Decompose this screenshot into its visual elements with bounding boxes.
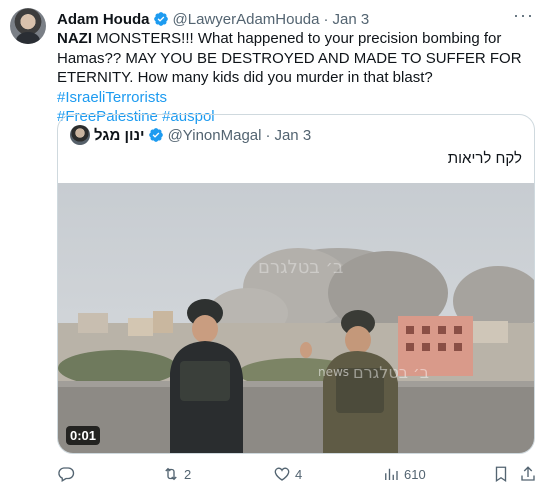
video-news-label: news — [318, 365, 349, 379]
quoted-tweet-header: ינון מגל @YinonMagal · Jan 3 — [70, 125, 311, 145]
tweet-text: NAZI MONSTERS!!! What happened to your p… — [57, 29, 535, 127]
share-icon — [521, 466, 535, 481]
quoted-author-name[interactable]: ינון מגל — [94, 127, 145, 144]
like-button[interactable]: 4 — [273, 464, 302, 484]
tweet-text-body: MONSTERS!!! What happened to your precis… — [57, 30, 526, 86]
video-player[interactable]: ב׳ בטלגרם news ב׳ בטלגרם 0:01 — [58, 183, 534, 453]
tweet-actions-bar: 2 4 610 — [57, 464, 535, 484]
reply-icon — [58, 467, 75, 482]
views-button[interactable]: 610 — [382, 464, 426, 484]
quoted-tweet[interactable]: ינון מגל @YinonMagal · Jan 3 לקח לריאות — [57, 114, 535, 454]
video-watermark: ב׳ בטלגרם — [353, 363, 429, 382]
views-chart-icon — [385, 468, 398, 480]
quoted-tweet-date[interactable]: Jan 3 — [274, 127, 311, 144]
heart-icon — [274, 467, 290, 481]
bookmark-button[interactable] — [492, 464, 510, 484]
verified-badge-icon — [153, 12, 168, 26]
retweet-icon — [165, 467, 177, 481]
tweet-header: Adam Houda @LawyerAdamHouda · Jan 3 ··· — [57, 6, 533, 29]
quoted-author-handle[interactable]: @YinonMagal — [168, 127, 262, 144]
video-duration-badge: 0:01 — [66, 426, 101, 445]
more-options-icon[interactable]: ··· — [513, 6, 533, 29]
like-count: 4 — [295, 466, 303, 482]
reply-button[interactable] — [57, 464, 79, 484]
video-frame-image: ב׳ בטלגרם news ב׳ בטלגרם — [58, 183, 534, 453]
author-name[interactable]: Adam Houda — [57, 11, 150, 28]
video-watermark-top: ב׳ בטלגרם — [258, 257, 343, 278]
header-separator: · — [265, 126, 271, 144]
retweet-count: 2 — [184, 466, 192, 482]
quoted-author-avatar[interactable] — [70, 125, 90, 145]
author-avatar[interactable] — [10, 8, 46, 44]
verified-badge-icon — [148, 128, 163, 142]
share-button[interactable] — [519, 464, 537, 484]
retweet-button[interactable]: 2 — [162, 464, 191, 484]
header-separator: · — [323, 10, 329, 28]
author-handle[interactable]: @LawyerAdamHouda — [173, 11, 320, 28]
hashtag-link[interactable]: #IsraeliTerrorists — [57, 89, 167, 106]
quoted-tweet-text: לקח לריאות — [447, 150, 522, 167]
bookmark-icon — [495, 466, 507, 483]
views-count: 610 — [404, 466, 426, 482]
tweet-text-bold: NAZI — [57, 30, 92, 47]
tweet-date[interactable]: Jan 3 — [332, 11, 369, 28]
